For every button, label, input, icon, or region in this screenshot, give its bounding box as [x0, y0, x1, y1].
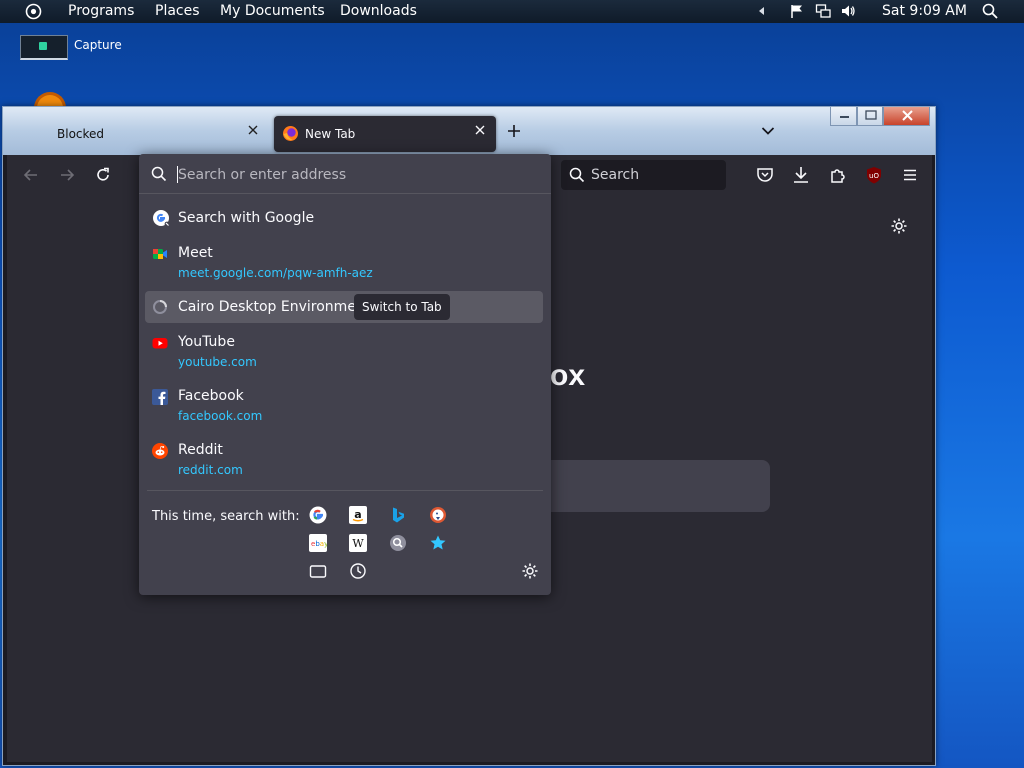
search-settings-gear-icon[interactable]	[521, 562, 539, 580]
close-window-button[interactable]	[883, 107, 930, 126]
tab-blocked[interactable]: Blocked	[47, 116, 269, 152]
capture-thumbnail	[20, 35, 68, 60]
volume-icon[interactable]	[840, 3, 856, 19]
result-url: meet.google.com/pqw-amfh-aez	[178, 266, 373, 280]
places-menu[interactable]: Places	[155, 3, 200, 19]
maximize-button[interactable]	[857, 107, 883, 126]
svg-text:ebay: ebay	[311, 540, 327, 548]
reload-icon[interactable]	[93, 165, 113, 185]
result-title: Search with Google	[178, 210, 315, 226]
switch-to-tab-button[interactable]: Switch to Tab	[354, 294, 450, 320]
tabs-icon[interactable]	[309, 562, 327, 580]
result-title: YouTube	[178, 334, 235, 350]
taskbar-capture-item[interactable]: Capture	[20, 32, 130, 62]
downloads-icon[interactable]	[791, 165, 811, 185]
history-icon[interactable]	[349, 562, 367, 580]
result-meet[interactable]: Meet meet.google.com/pqw-amfh-aez	[145, 238, 543, 284]
ebay-icon[interactable]: ebay	[309, 534, 328, 552]
search-icon[interactable]	[982, 3, 998, 19]
result-reddit[interactable]: Reddit reddit.com	[145, 436, 543, 482]
svg-text:uO: uO	[869, 172, 879, 180]
search-placeholder: Search	[591, 167, 640, 183]
amazon-icon[interactable]: a	[349, 506, 367, 524]
close-tab-icon[interactable]	[474, 124, 486, 140]
result-url: reddit.com	[178, 463, 243, 477]
minimize-button[interactable]	[830, 107, 857, 126]
svg-text:W: W	[352, 537, 364, 550]
network-icon[interactable]	[815, 3, 831, 19]
pocket-icon[interactable]	[755, 165, 775, 185]
tab-title: Blocked	[57, 127, 105, 141]
result-cairo-desktop-environment[interactable]: Cairo Desktop Environment Switch to Tab	[145, 291, 543, 323]
meet-icon	[152, 246, 168, 262]
firefox-icon	[282, 125, 299, 145]
forward-arrow-icon[interactable]	[57, 165, 77, 185]
tray-expand-icon[interactable]	[754, 3, 770, 19]
address-bar-dropdown: Search or enter address Search with Goog…	[139, 154, 551, 595]
newtab-settings-gear-icon[interactable]	[890, 217, 908, 235]
tab-title: New Tab	[305, 127, 356, 141]
wikipedia-icon[interactable]: W	[349, 534, 367, 552]
list-all-tabs-chevron-icon[interactable]	[761, 123, 777, 137]
ublock-origin-icon[interactable]: uO	[864, 165, 884, 185]
result-url: facebook.com	[178, 409, 263, 423]
result-url: youtube.com	[178, 355, 257, 369]
my-documents-menu[interactable]: My Documents	[220, 3, 325, 19]
bing-icon[interactable]	[389, 506, 407, 524]
newtab-search-field[interactable]	[551, 460, 770, 512]
toolbar-search-box[interactable]: Search	[561, 160, 726, 190]
result-title: Facebook	[178, 388, 244, 404]
result-title: Cairo Desktop Environment	[178, 299, 371, 315]
svg-text:a: a	[354, 508, 361, 521]
extensions-puzzle-icon[interactable]	[828, 165, 848, 185]
result-title: Meet	[178, 245, 213, 261]
google-icon	[152, 209, 170, 227]
window-controls	[830, 107, 934, 127]
close-tab-icon[interactable]	[247, 124, 259, 140]
dropdown-separator	[147, 490, 543, 491]
result-youtube[interactable]: YouTube youtube.com	[145, 328, 543, 374]
youtube-icon	[152, 335, 168, 351]
google-icon[interactable]	[309, 506, 327, 524]
top-panel: Programs Places My Documents Downloads S…	[0, 0, 1024, 23]
action-center-flag-icon[interactable]	[789, 3, 805, 19]
downloads-menu[interactable]: Downloads	[340, 3, 417, 19]
address-placeholder: Search or enter address	[178, 167, 347, 183]
hamburger-menu-icon[interactable]	[900, 165, 920, 185]
clock[interactable]: Sat 9:09 AM	[882, 3, 967, 19]
cairo-menu-icon[interactable]	[25, 3, 42, 24]
bookmark-star-icon[interactable]	[429, 534, 447, 552]
result-search-with-google[interactable]: Search with Google	[145, 201, 543, 233]
result-title: Reddit	[178, 442, 223, 458]
firefox-brand-text: ox	[550, 359, 586, 392]
tab-strip: Blocked New Tab	[3, 107, 935, 155]
one-off-search-label: This time, search with:	[152, 509, 300, 524]
loading-icon	[152, 299, 168, 315]
result-facebook[interactable]: Facebook facebook.com	[145, 382, 543, 428]
programs-menu[interactable]: Programs	[68, 3, 134, 19]
new-tab-plus-icon[interactable]	[507, 121, 521, 141]
facebook-icon	[152, 389, 168, 405]
search-icon	[151, 166, 167, 186]
address-input[interactable]: Search or enter address	[139, 154, 551, 194]
reddit-icon	[152, 443, 168, 459]
search-engine-icon[interactable]	[389, 534, 407, 552]
duckduckgo-icon[interactable]	[429, 506, 447, 524]
capture-label: Capture	[74, 38, 122, 52]
back-arrow-icon[interactable]	[21, 165, 41, 185]
tab-new-tab[interactable]: New Tab	[274, 116, 496, 152]
search-icon	[569, 167, 585, 187]
